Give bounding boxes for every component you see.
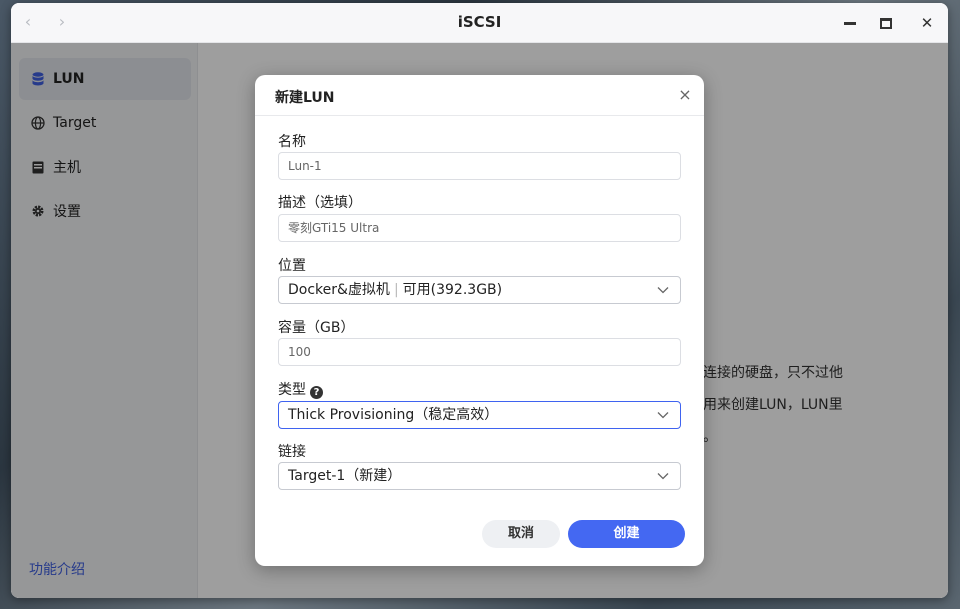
type-label-text: 类型 xyxy=(278,382,306,398)
new-lun-dialog: 新建LUN × 名称 Lun-1 描述（选填） 零刻GTi15 Ultra 位置… xyxy=(255,75,704,566)
description-label: 描述（选填） xyxy=(278,195,362,211)
chevron-down-icon xyxy=(656,463,670,489)
location-available: 可用(392.3GB) xyxy=(402,282,503,298)
location-select[interactable]: Docker&虚拟机 | 可用(392.3GB) xyxy=(278,276,681,304)
minimize-button[interactable] xyxy=(838,11,862,35)
name-input[interactable]: Lun-1 xyxy=(278,152,681,180)
maximize-icon xyxy=(880,18,892,29)
type-select[interactable]: Thick Provisioning（稳定高效） xyxy=(278,401,681,429)
link-value: Target-1（新建） xyxy=(288,468,402,484)
help-icon[interactable]: ? xyxy=(310,386,323,399)
window-title: iSCSI xyxy=(457,13,502,31)
create-button[interactable]: 创建 xyxy=(568,520,685,548)
capacity-input[interactable]: 100 xyxy=(278,338,681,366)
type-value: Thick Provisioning（稳定高效） xyxy=(288,407,499,423)
chevron-down-icon xyxy=(656,402,670,428)
minimize-icon xyxy=(844,22,856,25)
maximize-button[interactable] xyxy=(874,11,898,35)
link-label: 链接 xyxy=(278,444,306,460)
dialog-title: 新建LUN xyxy=(275,90,335,106)
description-input[interactable]: 零刻GTi15 Ultra xyxy=(278,214,681,242)
location-label: 位置 xyxy=(278,258,306,274)
close-window-button[interactable]: ✕ xyxy=(915,11,939,35)
chevron-down-icon xyxy=(656,277,670,303)
title-bar: ‹ › iSCSI ✕ xyxy=(11,3,948,43)
dialog-divider xyxy=(255,115,704,116)
location-separator: | xyxy=(393,282,399,298)
cancel-button[interactable]: 取消 xyxy=(482,520,560,548)
dialog-close-button[interactable]: × xyxy=(675,85,695,105)
type-label: 类型? xyxy=(278,379,323,399)
name-label: 名称 xyxy=(278,134,306,150)
location-name: Docker&虚拟机 xyxy=(288,282,390,298)
link-select[interactable]: Target-1（新建） xyxy=(278,462,681,490)
capacity-label: 容量（GB） xyxy=(278,320,355,336)
